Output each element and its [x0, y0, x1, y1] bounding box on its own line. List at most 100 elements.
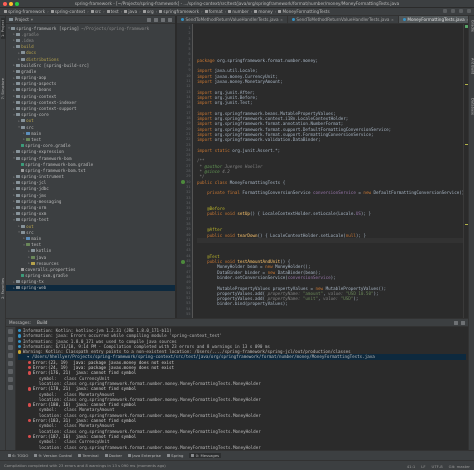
project-header-label[interactable]: Project: [15, 17, 29, 22]
tool-window-button[interactable]: Java Enterprise: [128, 453, 161, 458]
close-icon[interactable]: [8, 345, 13, 350]
warning-marker[interactable]: [465, 84, 468, 85]
close-icon[interactable]: ×: [280, 18, 283, 22]
messages-header: Messages: Build: [6, 319, 468, 327]
project-icon: [9, 18, 13, 21]
tool-icon: [166, 454, 170, 457]
breadcrumb-item[interactable]: java: [123, 9, 138, 14]
status-bar: Compilation completed with 23 errors and…: [0, 460, 474, 470]
file-icon: [21, 267, 24, 271]
folder-icon: [26, 236, 30, 240]
status-message[interactable]: Compilation completed with 23 errors and…: [4, 463, 166, 468]
tree-node[interactable]: ▸ spring-web: [6, 284, 175, 292]
folder-icon: [21, 51, 25, 55]
rerun-icon[interactable]: [8, 329, 13, 334]
code-line[interactable]: private final FormattingConversionServic…: [197, 190, 468, 195]
line-separator[interactable]: LF: [421, 464, 425, 469]
code-token: @since: [204, 169, 223, 175]
tool-window-button[interactable]: Gradle: [470, 18, 474, 34]
warning-marker[interactable]: [465, 224, 468, 225]
code-editor[interactable]: 1 2 3 4 5 6 7 8 9 10 11 12 13 14 15 16 17 18 19 20 21 22 23 24 2…: [177, 24, 468, 318]
collapse-all-icon[interactable]: [154, 18, 158, 22]
caret-position[interactable]: 41:1: [407, 464, 416, 469]
tab-build[interactable]: Build: [34, 320, 51, 325]
code-token: import: [197, 126, 215, 132]
hide-icon[interactable]: [168, 18, 172, 22]
run-test-icon[interactable]: [181, 259, 185, 264]
breadcrumb-item[interactable]: org: [142, 9, 155, 14]
tool-window-button[interactable]: 6: TODO: [8, 453, 28, 458]
breadcrumb-separator: ›: [224, 9, 227, 14]
tool-window-button[interactable]: Spring: [166, 453, 183, 458]
file-encoding[interactable]: UTF-8: [432, 464, 443, 469]
close-icon[interactable]: ×: [466, 18, 468, 22]
code-token: new: [265, 264, 276, 270]
folder-icon: [16, 94, 20, 98]
code-line[interactable]: [197, 312, 468, 317]
breadcrumb-item[interactable]: src: [90, 9, 102, 14]
tool-window-button[interactable]: Database: [470, 96, 474, 117]
debug-icon[interactable]: [459, 9, 463, 13]
locate-icon[interactable]: [147, 18, 151, 22]
breadcrumb-item[interactable]: number: [227, 9, 249, 14]
tree-node-label: spring-context-indexer: [21, 99, 77, 105]
tool-window-button[interactable]: 0: Messages: [189, 453, 222, 458]
breadcrumb-item[interactable]: format: [204, 9, 224, 14]
code-token: MoneyHolder();: [275, 264, 311, 270]
tool-window-button[interactable]: Docker: [104, 453, 122, 458]
search-icon[interactable]: [467, 9, 471, 13]
next-icon[interactable]: [8, 361, 13, 366]
breadcrumb-item[interactable]: springframework: [158, 9, 200, 14]
tool-window-button[interactable]: Ant Build: [470, 56, 474, 76]
code-token: import: [197, 116, 215, 122]
vcs-branch[interactable]: Git: master: [449, 464, 470, 469]
blank-icon: [34, 440, 37, 443]
warning-marker[interactable]: [465, 144, 468, 145]
tree-node-label: buildSrc [spring-build-src]: [21, 62, 90, 68]
code-token: testAmountAndUnit: [237, 259, 281, 265]
tool-window-button[interactable]: 1: Project: [0, 18, 6, 39]
folder-icon: [21, 57, 25, 61]
tree-node-label: test: [31, 136, 42, 142]
project-tree: ▾ spring-framework [spring] ~/Projects/spr…: [6, 24, 175, 292]
run-toolbar: [443, 9, 471, 13]
code-token: MoneyHolder bean =: [197, 264, 266, 270]
breadcrumb-item[interactable]: spring-context: [50, 9, 86, 14]
folder-icon: [16, 181, 20, 185]
line-number: 55: [186, 312, 191, 317]
expand-all-icon[interactable]: [8, 369, 13, 374]
previous-icon[interactable]: [8, 353, 13, 358]
gear-icon[interactable]: [454, 321, 458, 325]
tool-window-button[interactable]: 2: Favorites: [1, 276, 6, 301]
tool-window-button[interactable]: Terminal: [78, 453, 99, 458]
chevron-down-icon[interactable]: ▾: [31, 17, 33, 22]
tree-node-label: resources: [36, 260, 59, 266]
error-icon: [28, 360, 32, 365]
code-token: 4.2: [222, 169, 230, 175]
editor-tab[interactable]: MoneyFormattingTests.java×: [398, 16, 468, 23]
run-icon[interactable]: [451, 9, 455, 13]
breadcrumb-item[interactable]: spring-framework: [3, 9, 46, 14]
code-token: org.springframework.format.annotation.Nu…: [214, 121, 344, 127]
tree-node-label: main: [31, 235, 42, 241]
editor-tab[interactable]: SendToMethodReturnValueHandlerTests.java…: [288, 16, 399, 23]
breadcrumb-item[interactable]: money: [253, 9, 273, 14]
export-icon[interactable]: [8, 385, 13, 390]
code-token: () { LocaleContextHolder.: [249, 211, 313, 217]
breadcrumb-item[interactable]: MoneyFormattingTests: [277, 9, 330, 14]
close-icon[interactable]: ×: [391, 18, 394, 22]
build-icon[interactable]: [443, 9, 447, 13]
breadcrumb-item[interactable]: test: [106, 9, 120, 14]
show-warnings-icon[interactable]: [8, 377, 13, 382]
editor-tab[interactable]: SendToMethodReturnValueHandlerTests.java…: [177, 16, 288, 23]
tool-window-button[interactable]: 7: Structure: [1, 76, 6, 101]
hide-icon[interactable]: [461, 321, 465, 325]
inspection-ok-icon[interactable]: [464, 25, 468, 28]
tool-window-button[interactable]: 9: Version Control: [34, 453, 72, 458]
blank-icon: [34, 430, 37, 433]
stop-icon[interactable]: [8, 337, 13, 342]
code-text[interactable]: package org.springframework.format.numbe…: [181, 24, 468, 318]
gear-icon[interactable]: [161, 18, 165, 22]
blank-icon: [34, 445, 37, 448]
folder-icon: [21, 230, 25, 234]
